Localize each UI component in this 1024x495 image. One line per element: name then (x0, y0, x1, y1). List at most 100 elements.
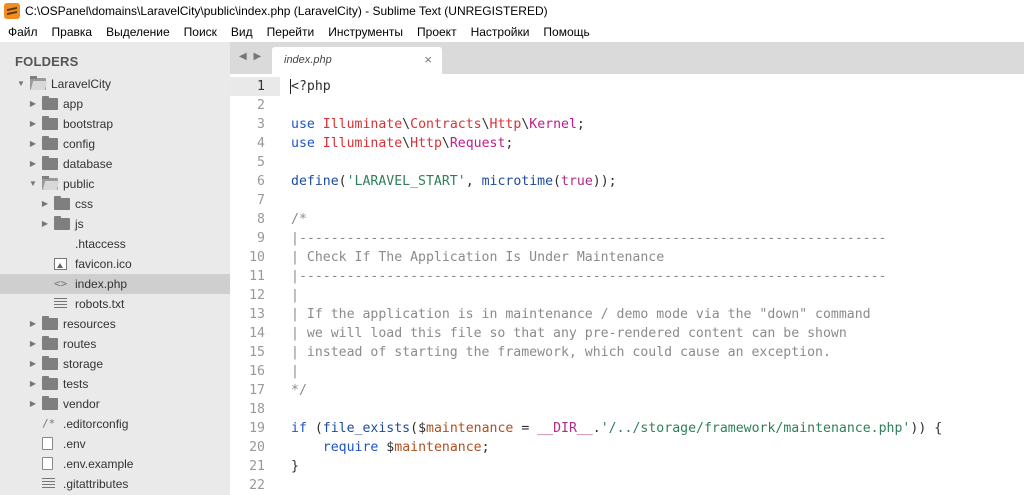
code-line[interactable]: use Illuminate\Http\Request; (291, 134, 1024, 153)
code-line[interactable]: if (file_exists($maintenance = __DIR__.'… (291, 419, 1024, 438)
code-line[interactable] (291, 191, 1024, 210)
menu-selection[interactable]: Выделение (99, 22, 177, 42)
menu-view[interactable]: Вид (224, 22, 260, 42)
line-number: 12 (249, 288, 265, 303)
code-token: \ (481, 117, 490, 132)
sidebar-item[interactable]: ▶ bootstrap (0, 114, 230, 134)
code-token: Illuminate (322, 136, 403, 151)
sidebar-item[interactable]: .gitattributes (0, 474, 230, 494)
code-line[interactable]: use Illuminate\Contracts\Http\Kernel; (291, 115, 1024, 134)
code-token: \ (441, 136, 450, 151)
sidebar-item[interactable]: robots.txt (0, 294, 230, 314)
chevron-right-icon[interactable]: ▶ (28, 134, 38, 154)
sidebar-item[interactable]: ▶ storage (0, 354, 230, 374)
code-line[interactable]: | instead of starting the framework, whi… (291, 343, 1024, 362)
menu-find[interactable]: Поиск (177, 22, 224, 42)
menu-file[interactable]: Файл (1, 22, 45, 42)
code-line[interactable]: | Check If The Application Is Under Main… (291, 248, 1024, 267)
tab-index-php[interactable]: index.php × (272, 47, 442, 74)
code-line[interactable]: | (291, 286, 1024, 305)
code-token: = (513, 421, 538, 436)
chevron-right-icon[interactable]: ▶ (28, 354, 38, 374)
sidebar-item[interactable]: ▶ js (0, 214, 230, 234)
menu-goto[interactable]: Перейти (260, 22, 322, 42)
code-line[interactable]: /* (291, 210, 1024, 229)
sidebar-item-label: config (63, 137, 96, 151)
code-line[interactable] (291, 400, 1024, 419)
code-line[interactable]: */ (291, 381, 1024, 400)
chevron-right-icon[interactable]: ▶ (40, 214, 50, 234)
line-number: 13 (249, 307, 265, 322)
code-line[interactable]: <?php (290, 77, 1024, 96)
chevron-right-icon[interactable]: ▶ (40, 194, 50, 214)
sidebar-item-label: resources (63, 317, 116, 331)
chevron-down-icon[interactable]: ▼ (28, 174, 38, 194)
code-line[interactable]: | If the application is in maintenance /… (291, 305, 1024, 324)
sidebar-item-label: .editorconfig (63, 417, 129, 431)
code-token: if (291, 421, 315, 436)
menu-tools[interactable]: Инструменты (321, 22, 410, 42)
code-token: define (291, 174, 339, 189)
code-token: file_exists (322, 421, 411, 436)
code-line[interactable] (291, 96, 1024, 115)
sidebar-item[interactable]: /* .editorconfig (0, 414, 230, 434)
code-line[interactable] (291, 153, 1024, 172)
sidebar-item[interactable]: ▶ database (0, 154, 230, 174)
code-token: ( (338, 174, 347, 189)
line-number: 4 (257, 136, 265, 151)
sidebar-item[interactable]: ▶ resources (0, 314, 230, 334)
code-line[interactable]: |---------------------------------------… (291, 229, 1024, 248)
folder-open-icon (42, 176, 58, 190)
code-line[interactable]: define('LARAVEL_START', microtime(true))… (291, 172, 1024, 191)
code-line[interactable]: | we will load this file so that any pre… (291, 324, 1024, 343)
sidebar-item[interactable]: ▶ app (0, 94, 230, 114)
sidebar-item[interactable]: .env (0, 434, 230, 454)
code-line[interactable]: |---------------------------------------… (291, 267, 1024, 286)
sidebar-item[interactable]: .env.example (0, 454, 230, 474)
sidebar-item[interactable]: ▼ LaravelCity (0, 74, 230, 94)
code-area[interactable]: <?php use Illuminate\Contracts\Http\Kerne… (290, 77, 1024, 495)
code-line[interactable]: require $maintenance; (291, 438, 1024, 457)
chevron-right-icon[interactable]: ▶ (28, 114, 38, 134)
sidebar-item[interactable]: ▶ css (0, 194, 230, 214)
tab-nav-arrows-icon[interactable]: ◀ ▶ (239, 51, 263, 62)
text-file-icon (54, 298, 67, 310)
menu-preferences[interactable]: Настройки (464, 22, 537, 42)
sidebar-item-label: robots.txt (75, 297, 125, 311)
code-line[interactable]: } (291, 457, 1024, 476)
file-tree: ▼ LaravelCity ▶ app ▶ bootstrap ▶ config ▶ databa… (0, 74, 230, 494)
chevron-right-icon[interactable]: ▶ (28, 94, 38, 114)
chevron-right-icon[interactable]: ▶ (28, 394, 38, 414)
sidebar-item[interactable]: ▶ tests (0, 374, 230, 394)
line-number: 11 (249, 269, 265, 284)
code-line[interactable]: | (291, 362, 1024, 381)
chevron-right-icon[interactable]: ▶ (28, 154, 38, 174)
sidebar-item[interactable]: favicon.ico (0, 254, 230, 274)
folder-icon (42, 336, 58, 350)
chevron-right-icon[interactable]: ▶ (28, 334, 38, 354)
tab-close-icon[interactable]: × (424, 52, 432, 67)
code-token: ; (576, 117, 585, 132)
sidebar-item[interactable]: ▼ public (0, 174, 230, 194)
sidebar-item[interactable]: ▶ routes (0, 334, 230, 354)
folder-icon (42, 96, 58, 110)
line-number: 22 (249, 478, 265, 493)
code-token: | If the application is in maintenance /… (291, 307, 871, 322)
sidebar-item[interactable]: <> index.php (0, 274, 230, 294)
code-token: | we will load this file so that any pre… (291, 326, 847, 341)
chevron-down-icon[interactable]: ▼ (16, 74, 26, 94)
menu-edit[interactable]: Правка (45, 22, 100, 42)
code-token: | (291, 288, 299, 303)
sidebar-item[interactable]: .htaccess (0, 234, 230, 254)
code-line[interactable] (291, 476, 1024, 495)
code-editor[interactable]: 1 2 3 4 5 6 7 8 9 10 11 12 13 14 15 16 17 18 19 20 21 22 <?ph… (230, 74, 1024, 495)
chevron-right-icon[interactable]: ▶ (28, 374, 38, 394)
code-token: | Check If The Application Is Under Main… (291, 250, 665, 265)
sidebar-item[interactable]: ▶ vendor (0, 394, 230, 414)
sidebar-item[interactable]: ▶ config (0, 134, 230, 154)
chevron-right-icon[interactable]: ▶ (28, 314, 38, 334)
code-token: use (291, 136, 323, 151)
menu-help[interactable]: Помощь (536, 22, 596, 42)
code-token: __DIR__ (537, 421, 593, 436)
menu-project[interactable]: Проект (410, 22, 464, 42)
